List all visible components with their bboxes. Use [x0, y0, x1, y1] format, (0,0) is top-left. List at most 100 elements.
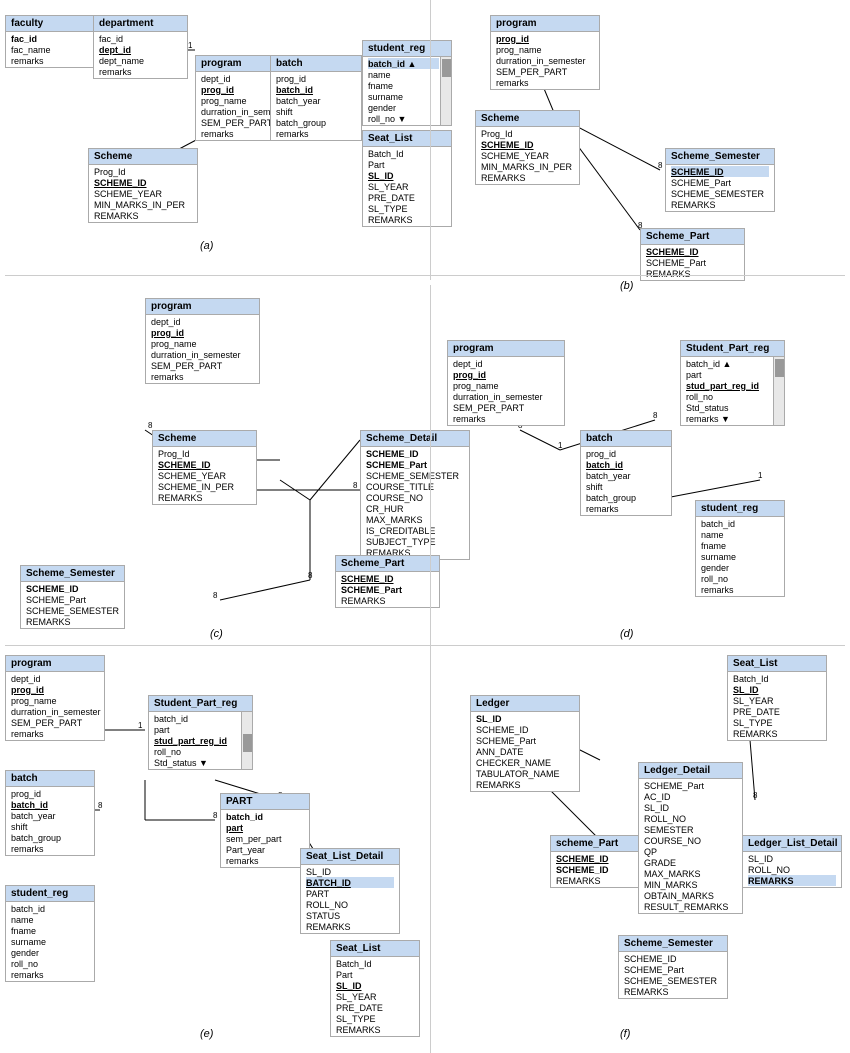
ld-max: MAX_MARKS	[644, 868, 737, 879]
sr-fname-d: fname	[701, 540, 779, 551]
scheme-min-c: SCHEME_IN_PER	[158, 481, 251, 492]
faculty-header: faculty	[6, 16, 94, 32]
sd-scheme-id: SCHEME_ID	[366, 448, 464, 459]
faculty-table: faculty fac_id fac_name remarks	[5, 15, 95, 68]
program-table-d: program dept_id prog_id prog_name durrat…	[447, 340, 565, 426]
batch-remarks-a: remarks	[276, 128, 356, 139]
batch-header-d: batch	[581, 431, 671, 447]
prog-sem-d: SEM_PER_PART	[453, 402, 559, 413]
spr-batch-e: batch_id	[154, 713, 240, 724]
sr-batch-e: batch_id	[11, 903, 89, 914]
student-part-reg-table-e: Student_Part_reg batch_id part stud_part…	[148, 695, 253, 770]
section-c-label: (c)	[210, 628, 223, 640]
prog-dept-d: dept_id	[453, 358, 559, 369]
ledger-header-f: Ledger	[471, 696, 579, 712]
sl-pre-date-a: PRE_DATE	[368, 192, 446, 203]
sd-max-marks: MAX_MARKS	[366, 514, 464, 525]
scheme-part-header-c: Scheme_Part	[336, 556, 439, 572]
ssf-semester: SCHEME_SEMESTER	[624, 975, 722, 986]
scheme-prog-b: Prog_Id	[481, 128, 574, 139]
prog-dur-d: durration_in_semester	[453, 391, 559, 402]
batch-prog-id: prog_id	[276, 73, 356, 84]
scheme-part-header-b: Scheme_Part	[641, 229, 744, 245]
batch-table-d: batch prog_id batch_id batch_year shift …	[580, 430, 672, 516]
ledger-list-detail-header-f: Ledger_List_Detail	[743, 836, 841, 852]
led-tabulator: TABULATOR_NAME	[476, 768, 574, 779]
sr-batch-id: batch_id ▲	[368, 58, 439, 69]
sl-remarks-a: REMARKS	[368, 214, 446, 225]
batch-header-a: batch	[271, 56, 361, 72]
department-header-a: department	[94, 16, 187, 32]
seat-list-detail-table-e: Seat_List_Detail SL_ID BATCH_ID PART ROL…	[300, 848, 400, 934]
sp-scheme-id-b: SCHEME_ID	[646, 246, 739, 257]
ld-grade: GRADE	[644, 857, 737, 868]
student-reg-header-d: student_reg	[696, 501, 784, 517]
scheme-part-table-c: Scheme_Part SCHEME_ID SCHEME_Part REMARK…	[335, 555, 440, 608]
v-divider-3	[430, 645, 431, 1053]
sr-gender-e: gender	[11, 947, 89, 958]
seat-list-table-e: Seat_List Batch_Id Part SL_ID SL_YEAR PR…	[330, 940, 420, 1037]
program-header-b: program	[491, 16, 599, 32]
sp-remarks-c: REMARKS	[341, 595, 434, 606]
scheme-header-c: Scheme	[153, 431, 256, 447]
svg-text:1: 1	[188, 41, 193, 50]
scheme-table-a: Scheme Prog_Id SCHEME_ID SCHEME_YEAR MIN…	[88, 148, 198, 223]
dept-fac-id: fac_id	[99, 33, 182, 44]
svg-text:8: 8	[658, 161, 663, 170]
ss-part-b: SCHEME_Part	[671, 177, 769, 188]
h-divider-1	[5, 275, 845, 276]
scheme-id-a: SCHEME_ID	[94, 177, 192, 188]
seat-list-detail-header-e: Seat_List_Detail	[301, 849, 399, 865]
sld-remarks: REMARKS	[306, 921, 394, 932]
slf-batch: Batch_Id	[733, 673, 821, 684]
scheme-semester-table-f: Scheme_Semester SCHEME_ID SCHEME_Part SC…	[618, 935, 728, 999]
sld-sl-id: SL_ID	[306, 866, 394, 877]
v-divider-2	[430, 285, 431, 645]
sr-roll: roll_no ▼	[368, 113, 439, 124]
spf-remarks: REMARKS	[556, 875, 644, 886]
sr-fname-e: fname	[11, 925, 89, 936]
ssf-part: SCHEME_Part	[624, 964, 722, 975]
slf-rem: REMARKS	[733, 728, 821, 739]
batch-shift-e: shift	[11, 821, 89, 832]
ld-min: MIN_MARKS	[644, 879, 737, 890]
led-scheme-id: SCHEME_ID	[476, 724, 574, 735]
scheme-semester-header-b: Scheme_Semester	[666, 149, 774, 165]
scheme-part-table-b: Scheme_Part SCHEME_ID SCHEME_Part REMARK…	[640, 228, 745, 281]
slf-pre: PRE_DATE	[733, 706, 821, 717]
part-batch-e: batch_id	[226, 811, 304, 822]
ld-semester: SEMESTER	[644, 824, 737, 835]
scheme-semester-header-c: Scheme_Semester	[21, 566, 124, 582]
ss-semester-c: SCHEME_SEMESTER	[26, 605, 119, 616]
sp-remarks-b: REMARKS	[646, 268, 739, 279]
scheme-year-c: SCHEME_YEAR	[158, 470, 251, 481]
lld-roll: ROLL_NO	[748, 864, 836, 875]
student-reg-table-d: student_reg batch_id name fname surname …	[695, 500, 785, 597]
scheme-part-table-f: scheme_Part SCHEME_ID SCHEME_ID REMARKS	[550, 835, 650, 888]
part-header-e: PART	[221, 794, 309, 810]
sd-is-cred: IS_CREDITABLE	[366, 525, 464, 536]
program-table-e: program dept_id prog_id prog_name durrat…	[5, 655, 105, 741]
section-f-label: (f)	[620, 1028, 630, 1040]
ledger-table-f: Ledger SL_ID SCHEME_ID SCHEME_Part ANN_D…	[470, 695, 580, 792]
svg-text:8: 8	[148, 421, 153, 430]
ld-ac-id: AC_ID	[644, 791, 737, 802]
sl-batch-e: Batch_Id	[336, 958, 414, 969]
batch-id-e: batch_id	[11, 799, 89, 810]
batch-prog-d: prog_id	[586, 448, 666, 459]
slf-year: SL_YEAR	[733, 695, 821, 706]
batch-table-a: batch prog_id batch_id batch_year shift …	[270, 55, 362, 141]
prog-id-b: prog_id	[496, 33, 594, 44]
scheme-semester-table-b: Scheme_Semester SCHEME_ID SCHEME_Part SC…	[665, 148, 775, 212]
prog-rem-e: remarks	[11, 728, 99, 739]
prog-name-d: prog_name	[453, 380, 559, 391]
ssf-id: SCHEME_ID	[624, 953, 722, 964]
section-a-label: (a)	[200, 240, 213, 252]
sl-year-e: SL_YEAR	[336, 991, 414, 1002]
spf-scheme-id: SCHEME_ID	[556, 853, 644, 864]
lld-remarks: REMARKS	[748, 875, 836, 886]
svg-text:8: 8	[353, 481, 358, 490]
spr-id-e: stud_part_reg_id	[154, 735, 240, 746]
scheme-semester-header-f: Scheme_Semester	[619, 936, 727, 952]
scheme-part-header-f: scheme_Part	[551, 836, 649, 852]
